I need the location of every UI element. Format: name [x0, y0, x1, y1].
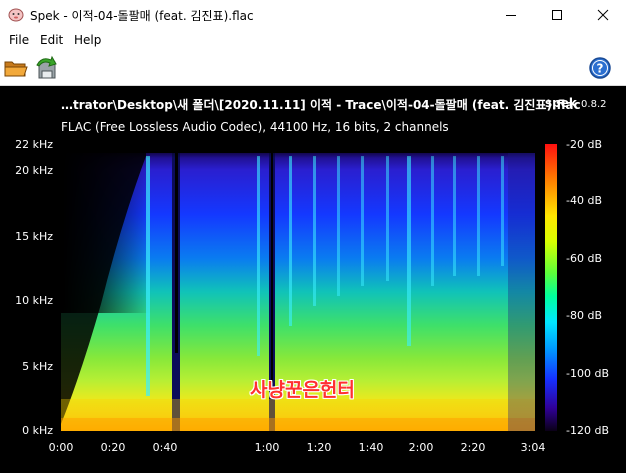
- close-icon: [597, 9, 609, 21]
- spek-name: spek: [545, 96, 577, 110]
- x-tick-label: 0:00: [48, 441, 74, 454]
- save-button[interactable]: [34, 55, 60, 81]
- window-title: Spek - 이적-04-돌팔매 (feat. 김진표).flac: [30, 9, 254, 23]
- y-tick-label: 10 kHz: [15, 294, 53, 307]
- db-label: -60 dB: [566, 252, 602, 265]
- spek-app-icon: [8, 8, 24, 22]
- x-tick-label: 0:40: [152, 441, 178, 454]
- toolbar: ?: [0, 51, 626, 86]
- x-tick-label: 3:04: [520, 441, 546, 454]
- spectrogram-panel: …trator\Desktop\새 폴더\[2020.11.11] 이적 - T…: [0, 86, 626, 473]
- minimize-button[interactable]: [488, 0, 534, 30]
- file-path: …trator\Desktop\새 폴더\[2020.11.11] 이적 - T…: [61, 98, 581, 112]
- x-tick-label: 1:20: [306, 441, 332, 454]
- x-tick-label: 0:20: [100, 441, 126, 454]
- x-tick-label: 1:40: [358, 441, 384, 454]
- title-bar: Spek - 이적-04-돌팔매 (feat. 김진표).flac: [0, 0, 626, 30]
- x-tick-label: 2:00: [408, 441, 434, 454]
- folder-open-icon: [4, 61, 28, 77]
- db-label: -40 dB: [566, 194, 602, 207]
- minimize-icon: [506, 15, 516, 16]
- help-icon: ?: [589, 57, 611, 79]
- svg-text:?: ?: [597, 62, 604, 76]
- y-tick-label: 22 kHz: [15, 138, 53, 151]
- menu-edit[interactable]: Edit: [40, 33, 63, 47]
- close-button[interactable]: [580, 0, 626, 30]
- x-tick-label: 2:20: [460, 441, 486, 454]
- db-label: -120 dB: [566, 424, 609, 437]
- y-tick-label: 20 kHz: [15, 164, 53, 177]
- codec-info: FLAC (Free Lossless Audio Codec), 44100 …: [61, 120, 449, 134]
- maximize-icon: [552, 10, 562, 20]
- save-icon: [36, 55, 57, 79]
- watermark-text: 사냥꾼은헌터: [250, 379, 355, 401]
- spek-logo: spek 0.8.2: [545, 96, 607, 110]
- db-label: -80 dB: [566, 309, 602, 322]
- x-tick-label: 1:00: [254, 441, 280, 454]
- db-label: -20 dB: [566, 138, 602, 151]
- y-tick-label: 15 kHz: [15, 230, 53, 243]
- menu-help[interactable]: Help: [74, 33, 101, 47]
- db-label: -100 dB: [566, 367, 609, 380]
- help-button[interactable]: ?: [587, 55, 613, 81]
- menu-bar: File Edit Help: [0, 30, 626, 51]
- menu-file[interactable]: File: [9, 33, 29, 47]
- maximize-button[interactable]: [534, 0, 580, 30]
- y-tick-label: 0 kHz: [22, 424, 53, 437]
- y-tick-label: 5 kHz: [22, 360, 53, 373]
- spek-version: 0.8.2: [581, 99, 607, 110]
- open-button[interactable]: [3, 55, 29, 81]
- db-color-bar: [545, 144, 557, 431]
